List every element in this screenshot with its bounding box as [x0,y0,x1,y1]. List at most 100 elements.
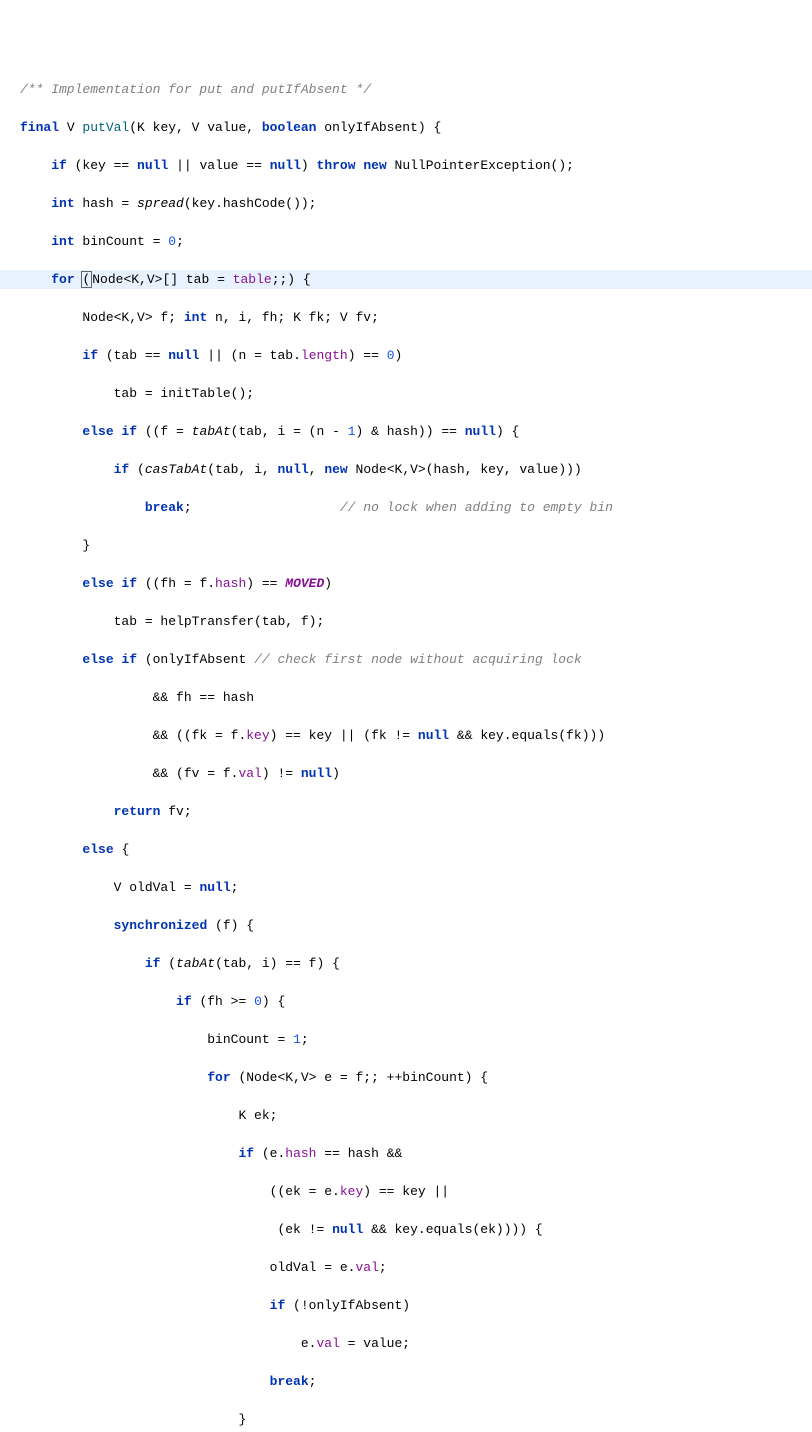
number: 1 [293,1032,301,1047]
keyword: if [82,348,98,363]
text: (tab, i) == f) { [215,956,340,971]
text: hash = [75,196,137,211]
method-call: casTabAt [145,462,207,477]
text: ) [324,576,332,591]
text: = value; [340,1336,410,1351]
text: { [114,842,130,857]
keyword: null [465,424,496,439]
field: val [316,1336,339,1351]
code-line[interactable]: tab = helpTransfer(tab, f); [0,612,812,631]
text: ) [332,766,340,781]
text: || value == [168,158,269,173]
code-line[interactable]: } [0,1410,812,1429]
code-line[interactable]: else if (onlyIfAbsent // check first nod… [0,650,812,669]
text: ) == [348,348,387,363]
comment: // no lock when adding to empty bin [340,500,613,515]
code-line[interactable]: K ek; [0,1106,812,1125]
code-line[interactable]: else { [0,840,812,859]
text: ) & hash)) == [356,424,465,439]
text: ; [301,1032,309,1047]
text: V [59,120,82,135]
code-line[interactable]: if (casTabAt(tab, i, null, new Node<K,V>… [0,460,812,479]
code-line[interactable]: } [0,536,812,555]
keyword: int [51,234,74,249]
text: ) [395,348,403,363]
keyword: else [82,842,113,857]
text: == hash && [316,1146,402,1161]
comment: // check first node without acquiring lo… [254,652,582,667]
keyword: break [270,1374,309,1389]
code-line[interactable]: if (tab == null || (n = tab.length) == 0… [0,346,812,365]
keyword: null [418,728,449,743]
code-line[interactable]: && ((fk = f.key) == key || (fk != null &… [0,726,812,745]
keyword: null [168,348,199,363]
text: && fh == hash [153,690,254,705]
code-line[interactable]: Node<K,V> f; int n, i, fh; K fk; V fv; [0,308,812,327]
keyword: if [51,158,67,173]
code-line[interactable]: tab = initTable(); [0,384,812,403]
code-line[interactable]: int hash = spread(key.hashCode()); [0,194,812,213]
code-line-highlighted[interactable]: for (Node<K,V>[] tab = table;;) { [0,270,812,289]
keyword: for [207,1070,230,1085]
text: ) { [262,994,285,1009]
text: e. [301,1336,317,1351]
method-call: tabAt [192,424,231,439]
method-call: spread [137,196,184,211]
text: (!onlyIfAbsent) [285,1298,410,1313]
keyword: int [184,310,207,325]
text: Node<K,V>(hash, key, value))) [348,462,582,477]
keyword: null [137,158,168,173]
code-line[interactable]: else if ((f = tabAt(tab, i = (n - 1) & h… [0,422,812,441]
text: oldVal = e. [270,1260,356,1275]
method-call: tabAt [176,956,215,971]
keyword: int [51,196,74,211]
keyword: null [332,1222,363,1237]
code-line[interactable]: synchronized (f) { [0,916,812,935]
text: ((ek = e. [270,1184,340,1199]
number: 1 [348,424,356,439]
code-line[interactable]: if (fh >= 0) { [0,992,812,1011]
keyword: null [270,158,301,173]
keyword: boolean [262,120,317,135]
text: K ek; [238,1108,277,1123]
field: val [355,1260,378,1275]
text: Node<K,V>[] tab = [92,272,232,287]
number: 0 [387,348,395,363]
text: ) { [496,424,519,439]
code-line[interactable]: binCount = 1; [0,1030,812,1049]
keyword: if [114,462,130,477]
code-line[interactable]: ((ek = e.key) == key || [0,1182,812,1201]
code-line[interactable]: if (!onlyIfAbsent) [0,1296,812,1315]
code-line[interactable]: oldVal = e.val; [0,1258,812,1277]
number: 0 [168,234,176,249]
text: ) == key || [363,1184,449,1199]
code-line[interactable]: if (e.hash == hash && [0,1144,812,1163]
code-line[interactable]: && fh == hash [0,688,812,707]
code-line[interactable]: e.val = value; [0,1334,812,1353]
text: (ek != [270,1222,332,1237]
code-line[interactable]: final V putVal(K key, V value, boolean o… [0,118,812,137]
code-line[interactable]: else if ((fh = f.hash) == MOVED) [0,574,812,593]
code-line[interactable]: (ek != null && key.equals(ek)))) { [0,1220,812,1239]
text: Node<K,V> f; [82,310,183,325]
text: binCount = [207,1032,293,1047]
text: (f) { [207,918,254,933]
code-line[interactable]: if (tabAt(tab, i) == f) { [0,954,812,973]
code-line[interactable]: return fv; [0,802,812,821]
text: (key.hashCode()); [184,196,317,211]
text: tab = initTable(); [114,386,254,401]
code-line[interactable]: int binCount = 0; [0,232,812,251]
code-line[interactable]: /** Implementation for put and putIfAbse… [0,80,812,99]
code-line[interactable]: break; // no lock when adding to empty b… [0,498,812,517]
code-line[interactable]: break; [0,1372,812,1391]
keyword: new [324,462,347,477]
code-line[interactable]: && (fv = f.val) != null) [0,764,812,783]
code-line[interactable]: V oldVal = null; [0,878,812,897]
keyword: else if [82,576,137,591]
code-line[interactable]: if (key == null || value == null) throw … [0,156,812,175]
text: (tab == [98,348,168,363]
keyword: if [145,956,161,971]
text: ( [160,956,176,971]
code-line[interactable]: for (Node<K,V> e = f;; ++binCount) { [0,1068,812,1087]
text: ; [176,234,184,249]
